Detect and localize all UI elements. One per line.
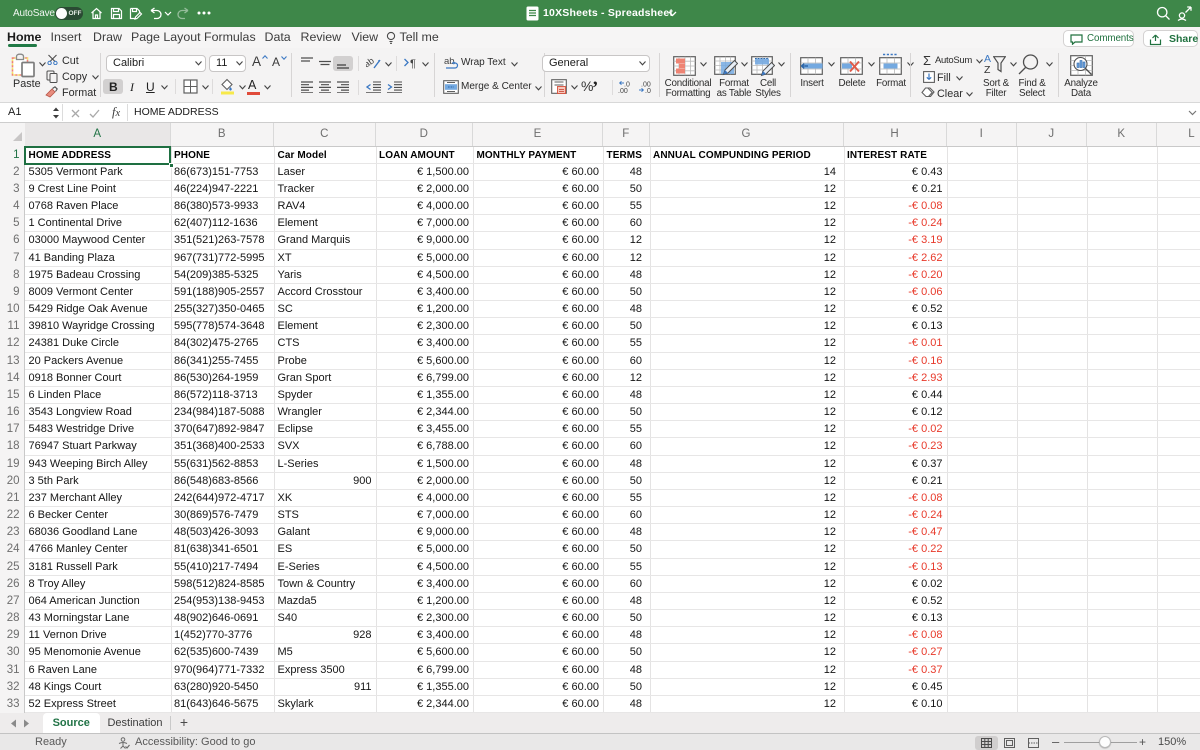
svg-text:.0: .0 [645,88,651,94]
svg-text:¶: ¶ [410,58,416,69]
svg-text:ab: ab [444,56,455,67]
svg-text:.00: .00 [618,88,628,94]
